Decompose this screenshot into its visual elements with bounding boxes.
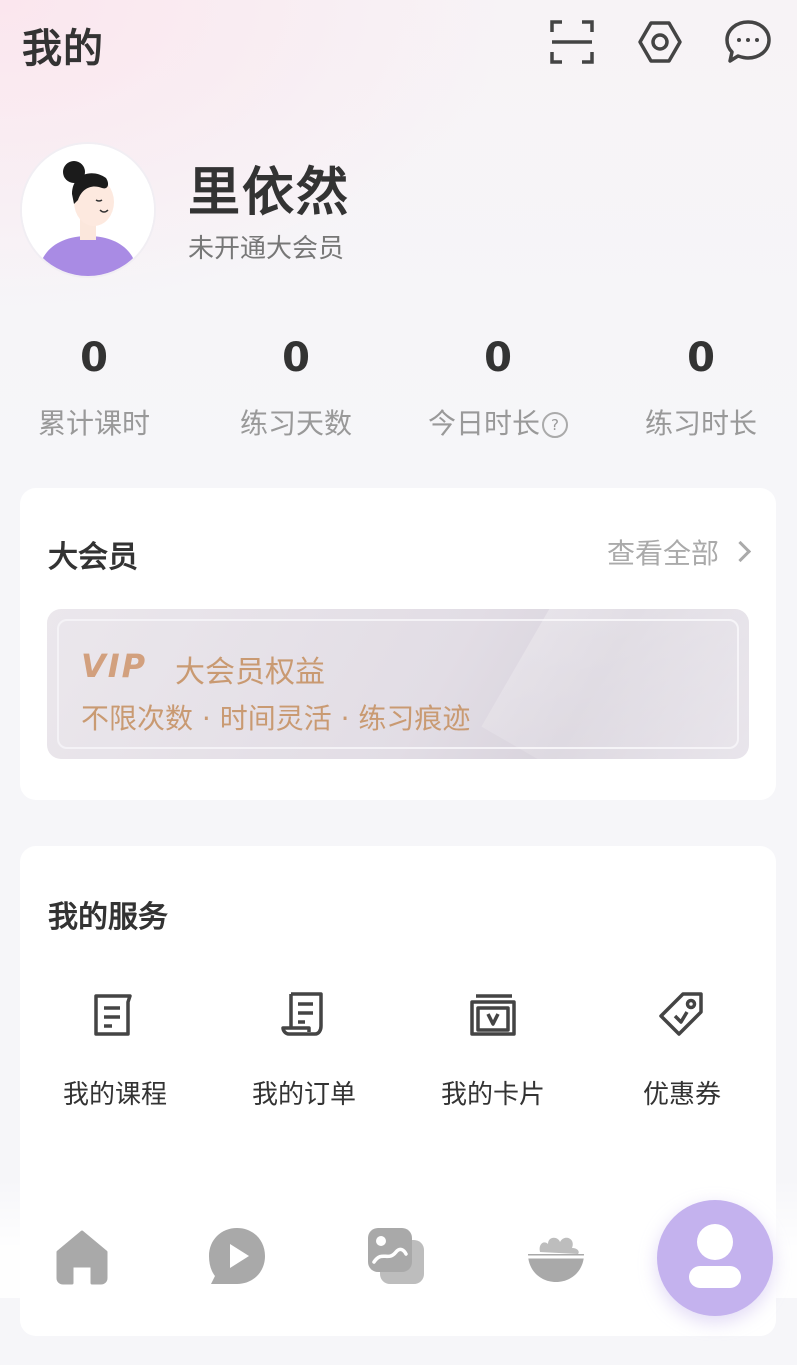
service-my-courses[interactable]: 我的课程 [20,990,210,1111]
stat-label-wrap: 今日时长? [398,404,598,444]
vip-card: 大会员 查看全部 VIP 大会员权益 不限次数 · 时间灵活 · 练习痕迹 [20,488,776,800]
chevron-right-icon [729,540,752,563]
service-label: 优惠券 [642,1080,721,1110]
help-icon[interactable]: ? [542,412,568,438]
stat-value: 0 [80,335,108,381]
home-icon [56,1230,108,1285]
profile-icon [689,1224,741,1288]
stat-label: 练习天数 [239,407,352,440]
vip-card-title: 大会员 [48,540,138,575]
stat-value: 0 [687,335,715,381]
tab-gallery[interactable] [366,1226,426,1286]
settings-icon[interactable] [636,18,684,66]
gallery-icon [368,1228,424,1284]
page-title: 我的 [22,26,104,72]
stat-practice-duration: 0 练习时长 [601,330,797,444]
stat-practice-days: 0 练习天数 [196,330,396,444]
card-icon [470,994,516,1036]
scan-icon[interactable] [548,18,596,66]
stat-label: 累计课时 [37,407,150,440]
service-label: 我的卡片 [440,1080,545,1110]
tab-food[interactable] [526,1226,586,1286]
service-coupons[interactable]: 优惠券 [587,990,777,1111]
service-my-cards[interactable]: 我的卡片 [398,990,588,1111]
course-icon [94,994,132,1036]
view-all-label: 查看全部 [606,537,719,570]
avatar[interactable] [22,144,154,276]
view-all-link[interactable]: 查看全部 [606,532,752,572]
vip-logo: VIP [81,647,148,685]
message-icon[interactable] [724,18,772,66]
vip-benefits-banner[interactable]: VIP 大会员权益 不限次数 · 时间灵活 · 练习痕迹 [47,609,749,759]
food-bowl-icon [528,1237,584,1282]
services-title: 我的服务 [48,900,168,935]
vip-banner-title: 大会员权益 [175,655,325,690]
coupon-icon [659,992,703,1036]
service-label: 我的订单 [251,1080,356,1110]
stat-value: 0 [282,335,310,381]
service-my-orders[interactable]: 我的订单 [209,990,399,1111]
top-bar: 我的 [0,0,797,90]
stat-value: 0 [484,335,512,381]
order-icon [281,992,323,1036]
stat-label: 今日时长 [427,407,540,440]
stat-today-duration: 0 今日时长? [398,330,598,444]
tab-profile[interactable] [657,1200,773,1316]
user-name: 里依然 [188,163,351,223]
vip-banner-description: 不限次数 · 时间灵活 · 练习痕迹 [81,702,471,735]
membership-status[interactable]: 未开通大会员 [188,228,344,265]
stat-label: 练习时长 [644,407,757,440]
tab-home[interactable] [52,1226,112,1286]
play-icon [209,1228,265,1284]
stats-row: 0 累计课时 0 练习天数 0 今日时长? 0 练习时长 [0,330,797,450]
tab-video[interactable] [207,1226,267,1286]
stat-total-lessons: 0 累计课时 [0,330,194,444]
bottom-tab-bar [0,1178,797,1365]
service-label: 我的课程 [62,1080,167,1110]
